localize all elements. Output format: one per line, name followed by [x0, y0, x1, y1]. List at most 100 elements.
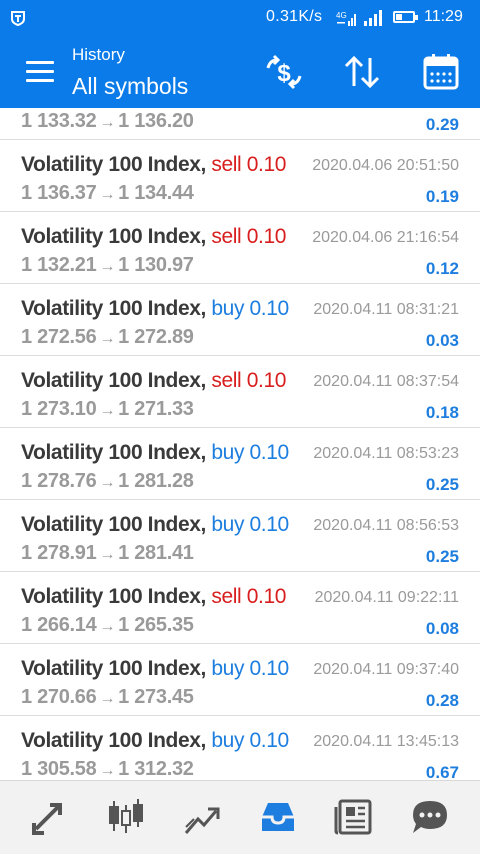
deal-prices: 1 266.14 → 1 265.35 [21, 614, 194, 637]
deal-prices: 1 133.32 → 1 136.20 [21, 110, 194, 132]
close-price: 1 134.44 [118, 182, 194, 204]
deal-time: 2020.04.06 21:16:54 [312, 229, 459, 246]
deal-time: 2020.04.11 08:37:54 [313, 373, 459, 390]
nav-history[interactable] [250, 791, 306, 843]
deal-side: sell 0.10 [211, 585, 287, 608]
close-price: 1 281.28 [118, 470, 194, 492]
open-price: 1 270.66 [21, 686, 97, 708]
news-icon [334, 799, 372, 835]
quotes-icon [32, 803, 62, 835]
deal-symbol: Volatility 100 Index, buy 0.10 [21, 297, 289, 320]
arrow-icon: → [99, 618, 116, 635]
clock: 11:29 [424, 8, 463, 25]
page-title[interactable]: All symbols [72, 73, 188, 100]
open-price: 1 273.10 [21, 398, 97, 420]
close-price: 1 130.97 [118, 254, 194, 276]
nav-quotes[interactable] [22, 791, 78, 843]
battery-icon [393, 11, 418, 23]
deal-prices: 1 278.91 → 1 281.41 [21, 542, 194, 565]
chat-icon [413, 801, 447, 833]
data-signal-icon: 4G [336, 11, 356, 26]
deal-profit: 0.12 [425, 259, 459, 278]
deal-row-partial[interactable]: 1 133.32 → 1 136.20 0.29 [0, 108, 480, 140]
arrow-icon: → [99, 762, 116, 779]
deal-row[interactable]: Volatility 100 Index, buy 0.10 2020.04.11… [0, 428, 480, 500]
deal-profit: 0.19 [425, 187, 459, 206]
calendar-icon[interactable] [420, 50, 464, 94]
deal-symbol: Volatility 100 Index, buy 0.10 [21, 441, 289, 464]
page-subtitle: History [72, 45, 125, 64]
open-price: 1 132.21 [21, 254, 97, 276]
signal-icon [364, 10, 382, 26]
deal-time: 2020.04.11 09:37:40 [313, 661, 459, 678]
open-price: 1 305.58 [21, 758, 97, 780]
deal-prices: 1 273.10 → 1 271.33 [21, 398, 194, 421]
deal-prices: 1 270.66 → 1 273.45 [21, 686, 194, 709]
deal-side: sell 0.10 [211, 369, 287, 392]
open-price: 1 278.91 [21, 542, 97, 564]
arrow-icon: → [99, 474, 116, 491]
deal-row[interactable]: Volatility 100 Index, sell 0.10 2020.04.0… [0, 212, 480, 284]
sort-icon[interactable] [340, 50, 384, 94]
deal-symbol: Volatility 100 Index, sell 0.10 [21, 585, 287, 608]
history-icon [262, 803, 294, 831]
deal-time: 2020.04.11 13:45:13 [313, 733, 459, 750]
deal-symbol: Volatility 100 Index, sell 0.10 [21, 369, 287, 392]
deal-symbol: Volatility 100 Index, buy 0.10 [21, 513, 289, 536]
deal-prices: 1 272.56 → 1 272.89 [21, 326, 194, 349]
close-price: 1 265.35 [118, 614, 194, 636]
deal-profit: 0.25 [425, 475, 459, 494]
close-price: 1 273.45 [118, 686, 194, 708]
chart-icon [109, 799, 143, 833]
deal-row[interactable]: Volatility 100 Index, buy 0.10 2020.04.11… [0, 500, 480, 572]
deal-side: sell 0.10 [211, 153, 287, 176]
deal-side: buy 0.10 [211, 513, 289, 536]
open-price: 1 278.76 [21, 470, 97, 492]
close-price: 1 312.32 [118, 758, 194, 780]
open-price: 1 266.14 [21, 614, 97, 636]
trade-icon [184, 807, 220, 834]
deal-profit: 0.67 [425, 763, 459, 780]
arrow-icon: → [99, 402, 116, 419]
deal-symbol: Volatility 100 Index, buy 0.10 [21, 657, 289, 680]
menu-button[interactable] [26, 59, 56, 85]
deal-row[interactable]: Volatility 100 Index, sell 0.10 2020.04.1… [0, 572, 480, 644]
deal-row[interactable]: Volatility 100 Index, sell 0.10 2020.04.0… [0, 140, 480, 212]
deal-prices: 1 305.58 → 1 312.32 [21, 758, 194, 780]
status-bar: 0.31K/s 4G 11:29 [0, 0, 480, 36]
deal-row[interactable]: Volatility 100 Index, buy 0.10 2020.04.11… [0, 716, 480, 780]
deal-time: 2020.04.11 08:56:53 [313, 517, 459, 534]
deal-row[interactable]: Volatility 100 Index, buy 0.10 2020.04.11… [0, 644, 480, 716]
deal-side: buy 0.10 [211, 441, 289, 464]
app-logo-icon [11, 11, 25, 26]
arrow-icon: → [99, 186, 116, 203]
arrow-icon: → [99, 258, 116, 275]
deal-profit: 0.03 [425, 331, 459, 350]
deal-profit: 0.18 [425, 403, 459, 422]
deal-side: buy 0.10 [211, 297, 289, 320]
deal-time: 2020.04.11 08:31:21 [313, 301, 459, 318]
nav-news[interactable] [326, 791, 382, 843]
nav-chart[interactable] [98, 791, 154, 843]
arrow-icon: → [99, 330, 116, 347]
deal-symbol: Volatility 100 Index, sell 0.10 [21, 153, 287, 176]
network-speed: 0.31K/s [266, 8, 323, 25]
deal-prices: 1 132.21 → 1 130.97 [21, 254, 194, 277]
open-price: 1 136.37 [21, 182, 97, 204]
deal-side: buy 0.10 [211, 729, 289, 752]
deal-row[interactable]: Volatility 100 Index, buy 0.10 2020.04.11… [0, 284, 480, 356]
close-price: 1 272.89 [118, 326, 194, 348]
deal-profit: 0.25 [425, 547, 459, 566]
deals-list[interactable]: 1 133.32 → 1 136.20 0.29 Volatility 100 In… [0, 108, 480, 780]
close-price: 1 281.41 [118, 542, 194, 564]
arrow-icon: → [99, 546, 116, 563]
dollar-exchange-icon[interactable]: $ [262, 50, 306, 94]
deal-profit: 0.08 [425, 619, 459, 638]
deal-prices: 1 278.76 → 1 281.28 [21, 470, 194, 493]
deal-row[interactable]: Volatility 100 Index, sell 0.10 2020.04.1… [0, 356, 480, 428]
deal-time: 2020.04.11 08:53:23 [313, 445, 459, 462]
deal-symbol: Volatility 100 Index, buy 0.10 [21, 729, 289, 752]
bottom-navigation [0, 780, 480, 854]
nav-trade[interactable] [174, 791, 230, 843]
nav-chat[interactable] [402, 791, 458, 843]
